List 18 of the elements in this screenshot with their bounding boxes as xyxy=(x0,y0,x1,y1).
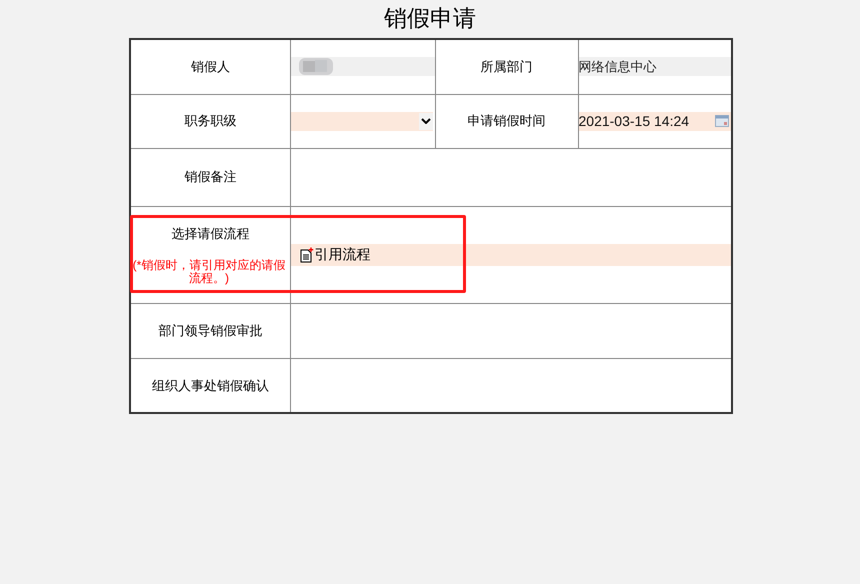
field-label: 申请销假时间 xyxy=(468,113,546,128)
field-label: 组织人事处销假确认 xyxy=(152,376,269,394)
caret-icon xyxy=(420,118,430,124)
add-document-icon[interactable] xyxy=(300,246,314,262)
field-label: 职务职级 xyxy=(184,112,236,130)
blurred-text xyxy=(298,58,332,76)
field-label: 部门领导销假审批 xyxy=(158,322,262,340)
field-label: 所属部门 xyxy=(480,59,532,74)
note-text: (*销假时，请引用对应的请假流程。) xyxy=(132,258,286,285)
field-label: 销假人 xyxy=(190,58,230,76)
department-value: 网络信息中心 xyxy=(578,58,656,76)
date-field[interactable]: 2021-03-15 14:24 xyxy=(578,112,731,130)
cite-process-link[interactable]: 引用流程 xyxy=(314,244,370,265)
form-title: 销假申请 xyxy=(384,4,476,33)
calendar-icon[interactable] xyxy=(715,115,729,127)
rank-select[interactable] xyxy=(290,112,432,130)
field-label: 销假备注 xyxy=(184,168,236,186)
field-label: 选择请假流程 xyxy=(171,225,250,244)
